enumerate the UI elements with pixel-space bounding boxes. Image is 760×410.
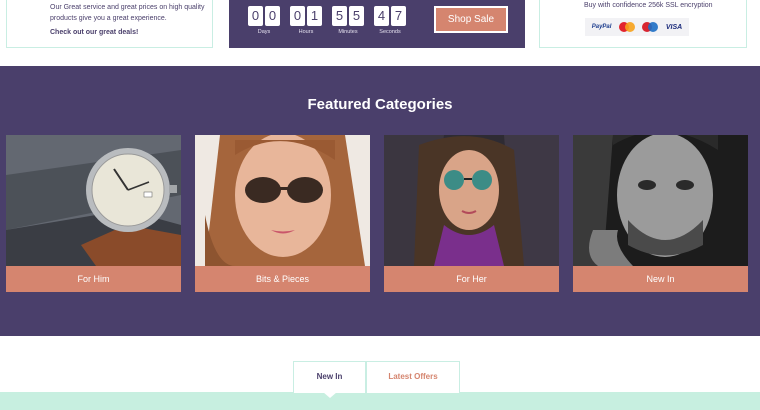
promo-strip: Our Great service and great prices on hi…: [0, 0, 760, 66]
tab-latest-offers[interactable]: Latest Offers: [366, 361, 460, 393]
countdown-minutes: 5 5 Minutes: [332, 6, 364, 35]
service-description: Our Great service and great prices on hi…: [50, 4, 205, 22]
category-label[interactable]: For Him: [6, 266, 181, 292]
tab-new-in[interactable]: New In: [293, 361, 366, 393]
featured-categories-section: Featured Categories For Him Bits & Piece…: [0, 66, 760, 336]
countdown-label: Days: [257, 29, 271, 35]
countdown-hours: 0 1 Hours: [290, 6, 322, 35]
category-card-new-in[interactable]: New In: [573, 135, 748, 292]
sale-countdown-banner: 0 0 Days 0 1 Hours 5 5 Minutes 4 7 Secon…: [229, 0, 525, 48]
category-card-bits-pieces[interactable]: Bits & Pieces: [195, 135, 370, 292]
countdown-days: 0 0 Days: [248, 6, 280, 35]
category-label[interactable]: New In: [573, 266, 748, 292]
shop-sale-button[interactable]: Shop Sale: [434, 6, 508, 33]
tab-content-strip: [0, 392, 760, 410]
man-portrait-photo[interactable]: [573, 135, 748, 266]
category-card-for-her[interactable]: For Her: [384, 135, 559, 292]
countdown-digit: 1: [307, 6, 322, 26]
countdown-digit: 5: [332, 6, 347, 26]
countdown-label: Minutes: [338, 29, 358, 35]
active-tab-pointer: [323, 392, 337, 398]
woman-round-sunglasses-photo[interactable]: [384, 135, 559, 266]
mastercard-icon: [618, 22, 635, 32]
payment-icons: PayPal VISA: [585, 18, 689, 36]
countdown-digit: 4: [374, 6, 389, 26]
category-label[interactable]: Bits & Pieces: [195, 266, 370, 292]
countdown-digit: 0: [265, 6, 280, 26]
watch-photo[interactable]: [6, 135, 181, 266]
deals-link[interactable]: Check out our great deals!: [50, 29, 138, 36]
promo-service-card: Our Great service and great prices on hi…: [6, 0, 213, 48]
promo-ssl-card: Buy with confidence 256k SSL encryption …: [539, 0, 747, 48]
woman-sunglasses-photo[interactable]: [195, 135, 370, 266]
countdown-timer: 0 0 Days 0 1 Hours 5 5 Minutes 4 7 Secon…: [248, 6, 406, 35]
countdown-digit: 7: [391, 6, 406, 26]
visa-icon: VISA: [665, 23, 683, 31]
countdown-digit: 0: [290, 6, 305, 26]
product-tabs: New In Latest Offers: [0, 336, 760, 410]
countdown-digit: 5: [349, 6, 364, 26]
countdown-seconds: 4 7 Seconds: [374, 6, 406, 35]
ssl-text: Buy with confidence 256k SSL encryption: [584, 2, 713, 9]
section-title: Featured Categories: [307, 96, 453, 113]
countdown-label: Seconds: [379, 29, 401, 35]
category-card-for-him[interactable]: For Him: [6, 135, 181, 292]
countdown-label: Hours: [298, 29, 314, 35]
countdown-digit: 0: [248, 6, 263, 26]
maestro-icon: [642, 22, 659, 32]
paypal-icon: PayPal: [591, 24, 612, 30]
category-label[interactable]: For Her: [384, 266, 559, 292]
